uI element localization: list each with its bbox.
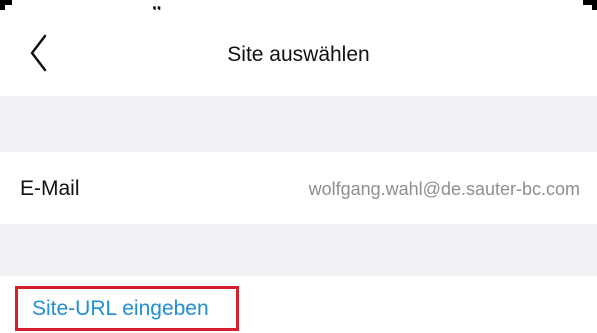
navigation-header: Site auswählen <box>0 10 597 96</box>
email-label: E-Mail <box>20 177 80 200</box>
enter-site-url-link[interactable]: Site-URL eingeben <box>15 286 239 331</box>
site-selection-screen: „ Site auswählen E-Mail wolfgang.wahl@de… <box>0 0 597 333</box>
section-separator-bottom <box>0 224 597 276</box>
email-row: E-Mail wolfgang.wahl@de.sauter-bc.com <box>0 152 597 224</box>
email-value: wolfgang.wahl@de.sauter-bc.com <box>308 179 580 199</box>
enter-site-url-label: Site-URL eingeben <box>32 297 209 320</box>
cropped-top-area: „ <box>0 0 597 14</box>
site-url-row: Site-URL eingeben <box>0 276 597 333</box>
section-separator-top <box>0 96 597 152</box>
page-title: Site auswählen <box>227 43 370 66</box>
